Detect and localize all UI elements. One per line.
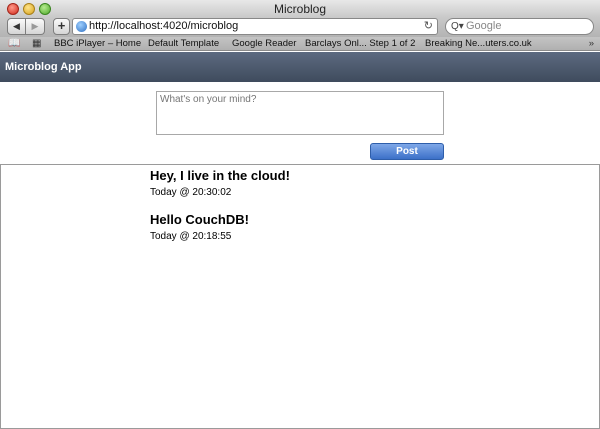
bookmarks-book-icon[interactable]: 📖 [8, 37, 20, 51]
search-placeholder: Google [466, 20, 502, 32]
forward-button[interactable]: ▶ [26, 18, 45, 35]
post-timestamp: Today @ 20:18:55 [150, 231, 232, 242]
window-titlebar: Microblog [0, 0, 600, 18]
post-button[interactable]: Post [370, 143, 444, 160]
bookmarks-bar: 📖 ▦ BBC iPlayer – Home Default Template … [0, 37, 600, 51]
bookmark-item[interactable]: Google Reader [232, 37, 296, 51]
back-button[interactable]: ◀ [7, 18, 26, 35]
list-item: Hey, I live in the cloud! Today @ 20:30:… [150, 168, 290, 198]
post-timestamp: Today @ 20:30:02 [150, 187, 232, 198]
search-field[interactable]: Q▾ Google [445, 18, 594, 35]
posts-list: Hey, I live in the cloud! Today @ 20:30:… [0, 164, 600, 429]
status-input[interactable] [156, 91, 444, 135]
add-bookmark-button[interactable]: + [53, 18, 70, 35]
list-item: Hello CouchDB! Today @ 20:18:55 [150, 212, 249, 242]
close-window-button[interactable] [7, 3, 19, 15]
app-header: Microblog App [0, 52, 600, 82]
bookmark-item[interactable]: Default Template [148, 37, 219, 51]
minimize-window-button[interactable] [23, 3, 35, 15]
app-title: Microblog App [5, 61, 82, 73]
search-icon[interactable]: Q▾ [451, 19, 464, 34]
top-sites-grid-icon[interactable]: ▦ [32, 37, 41, 51]
bookmark-item[interactable]: BBC iPlayer – Home [54, 37, 141, 51]
zoom-window-button[interactable] [39, 3, 51, 15]
url-text: http://localhost:4020/microblog [89, 20, 239, 32]
reload-icon[interactable]: ↻ [424, 19, 433, 34]
post-title: Hey, I live in the cloud! [150, 168, 290, 183]
post-title: Hello CouchDB! [150, 212, 249, 227]
more-bookmarks-icon[interactable]: » [589, 37, 594, 51]
globe-icon [76, 21, 87, 32]
browser-toolbar: ◀ ▶ + http://localhost:4020/microblog ↻ … [0, 18, 600, 37]
window-title: Microblog [273, 2, 327, 16]
bookmark-item[interactable]: Breaking Ne...uters.co.uk [425, 37, 532, 51]
bookmark-item[interactable]: Barclays Onl... Step 1 of 2 [305, 37, 415, 51]
address-bar[interactable]: http://localhost:4020/microblog ↻ [72, 18, 438, 35]
